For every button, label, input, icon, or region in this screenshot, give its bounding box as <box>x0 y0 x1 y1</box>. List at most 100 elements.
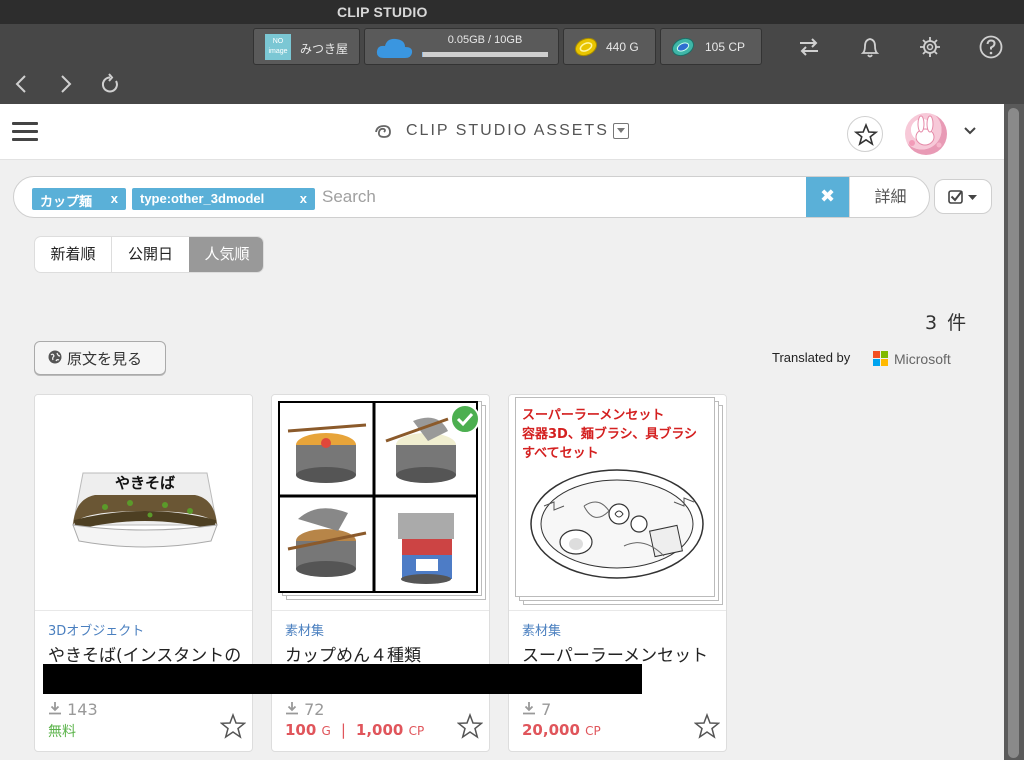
top-toolbar: NO image みつき屋 0.05GB / 10GB 440 G 105 CP <box>0 24 1024 104</box>
price-cp: 20,000 <box>522 721 580 739</box>
asset-card[interactable]: やきそば 3Dオブジェクト やきそば(インスタントの 143 無料 <box>34 394 253 752</box>
download-icon <box>286 702 298 715</box>
yakisoba-thumbnail-image: やきそば <box>72 472 218 548</box>
asset-card[interactable]: 素材集 カップめん４種類 72 100 G | 1,000 CP <box>271 394 490 752</box>
ramen-set-title-line: スーパーラーメンセット <box>522 408 665 423</box>
checkbox-filter-icon <box>948 190 977 204</box>
user-name: みつき屋 <box>300 42 349 56</box>
price-cp-unit: CP <box>408 724 425 738</box>
asset-category[interactable]: 素材集 <box>522 620 561 639</box>
detail-search-button[interactable]: 詳細 <box>849 177 929 217</box>
free-label: 無料 <box>48 724 76 740</box>
user-avatar: NO image <box>265 34 291 60</box>
help-icon[interactable] <box>978 34 1004 60</box>
asset-name[interactable]: スーパーラーメンセット <box>522 641 708 666</box>
favorites-button[interactable] <box>847 116 883 152</box>
thumbnail-label: やきそば <box>115 474 175 492</box>
favorite-star-icon[interactable] <box>457 713 483 739</box>
chevron-down-icon[interactable] <box>963 123 977 137</box>
search-tag[interactable]: カップ麺 x <box>32 188 126 210</box>
cup-noodles-grid-image <box>278 401 478 593</box>
cloud-icon <box>376 38 413 58</box>
storage-usage-text: 0.05GB / 10GB <box>447 34 523 46</box>
sort-tabs: 新着順 公開日 人気順 <box>34 236 264 273</box>
search-tag-label: type:other_3dmodel <box>140 191 265 206</box>
menu-icon[interactable] <box>12 122 38 142</box>
redaction-bar <box>43 664 642 694</box>
price-cp: 1,000 <box>355 721 404 739</box>
download-count-value: 72 <box>304 700 325 719</box>
view-original-label: 原文を見る <box>67 350 143 368</box>
brand-dropdown-icon[interactable] <box>613 123 629 139</box>
download-count: 72 <box>285 700 324 719</box>
download-count-value: 143 <box>67 700 98 719</box>
sync-icon[interactable] <box>796 34 822 60</box>
result-count: 3 件 <box>925 312 969 334</box>
download-count: 143 <box>48 700 98 719</box>
cp-balance: 105 CP <box>705 40 746 54</box>
price-gold-unit: G <box>321 724 331 738</box>
gold-balance: 440 G <box>606 40 639 54</box>
microsoft-logo-icon <box>873 351 889 367</box>
favorite-star-icon[interactable] <box>694 713 720 739</box>
owned-check-icon <box>450 404 480 434</box>
globe-icon <box>48 350 62 364</box>
clear-search-button[interactable]: ✖ <box>806 177 849 217</box>
asset-price: 無料 <box>48 721 76 741</box>
asset-category[interactable]: 素材集 <box>285 620 324 639</box>
cloud-storage-button[interactable]: 0.05GB / 10GB <box>364 28 559 65</box>
ramen-set-title-line: 容器3D、麺ブラシ、具ブラシ <box>522 427 698 442</box>
asset-card[interactable]: スーパーラーメンセット 容器3D、麺ブラシ、具ブラシ すべてセット 素材集 スー… <box>508 394 727 752</box>
ramen-bowl-icon <box>530 469 704 579</box>
cp-balance-button[interactable]: 105 CP <box>660 28 762 65</box>
download-icon <box>49 702 61 715</box>
gold-balance-button[interactable]: 440 G <box>563 28 656 65</box>
search-input[interactable] <box>322 183 802 211</box>
asset-name[interactable]: カップめん４種類 <box>285 641 421 666</box>
storage-bar <box>422 52 548 57</box>
asset-thumbnail[interactable]: やきそば <box>35 395 252 611</box>
star-icon <box>853 122 879 146</box>
asset-price: 100 G | 1,000 CP <box>285 721 425 739</box>
ramen-set-title-line: すべてセット <box>522 446 599 461</box>
back-icon[interactable] <box>10 72 34 96</box>
gold-coin-icon <box>574 37 598 57</box>
search-tag[interactable]: type:other_3dmodel x <box>132 188 315 210</box>
app-title: CLIP STUDIO <box>337 4 428 20</box>
asset-category[interactable]: 3Dオブジェクト <box>48 620 144 639</box>
favorite-star-icon[interactable] <box>220 713 246 739</box>
search-tag-label: カップ麺 <box>40 194 93 209</box>
ramen-set-image: スーパーラーメンセット 容器3D、麺ブラシ、具ブラシ すべてセット <box>515 397 715 597</box>
gear-icon[interactable] <box>917 34 943 60</box>
bell-icon[interactable] <box>857 34 883 60</box>
remove-tag-icon[interactable]: x <box>111 191 118 206</box>
translated-by-label: Translated by <box>772 350 851 365</box>
asset-name[interactable]: やきそば(インスタントの <box>48 641 241 666</box>
tab-popular[interactable]: 人気順 <box>189 237 263 272</box>
clip-studio-window: CLIP STUDIO NO image みつき屋 0.05GB / 10GB … <box>0 0 1024 760</box>
brand-swirl-icon <box>375 125 391 138</box>
profile-avatar[interactable] <box>905 113 947 155</box>
scrollbar-thumb[interactable] <box>1008 108 1019 758</box>
asset-thumbnail[interactable]: スーパーラーメンセット 容器3D、麺ブラシ、具ブラシ すべてセット <box>509 395 726 611</box>
cp-coin-icon <box>671 37 695 57</box>
translator-name: Microsoft <box>894 351 951 367</box>
price-cp-unit: CP <box>585 724 601 738</box>
forward-icon[interactable] <box>53 72 77 96</box>
view-original-button[interactable]: 原文を見る <box>34 341 166 375</box>
download-icon <box>523 702 535 715</box>
rabbit-avatar-icon <box>909 115 942 148</box>
reload-icon[interactable] <box>99 72 123 96</box>
tab-published-date[interactable]: 公開日 <box>112 237 189 272</box>
tab-newest[interactable]: 新着順 <box>35 237 112 272</box>
search-bar: カップ麺 x type:other_3dmodel x ✖ 詳細 <box>13 176 930 218</box>
storage-bar-fill <box>422 52 424 57</box>
asset-thumbnail[interactable] <box>272 395 489 611</box>
filter-dropdown-button[interactable] <box>934 179 992 214</box>
remove-tag-icon[interactable]: x <box>300 191 307 206</box>
user-account-button[interactable]: NO image みつき屋 <box>253 28 360 65</box>
brand-text: CLIP STUDIO ASSETS <box>406 122 609 139</box>
download-count: 7 <box>522 700 551 719</box>
ramen-set-title: スーパーラーメンセット 容器3D、麺ブラシ、具ブラシ すべてセット <box>522 406 697 463</box>
price-gold: 100 <box>285 721 317 739</box>
